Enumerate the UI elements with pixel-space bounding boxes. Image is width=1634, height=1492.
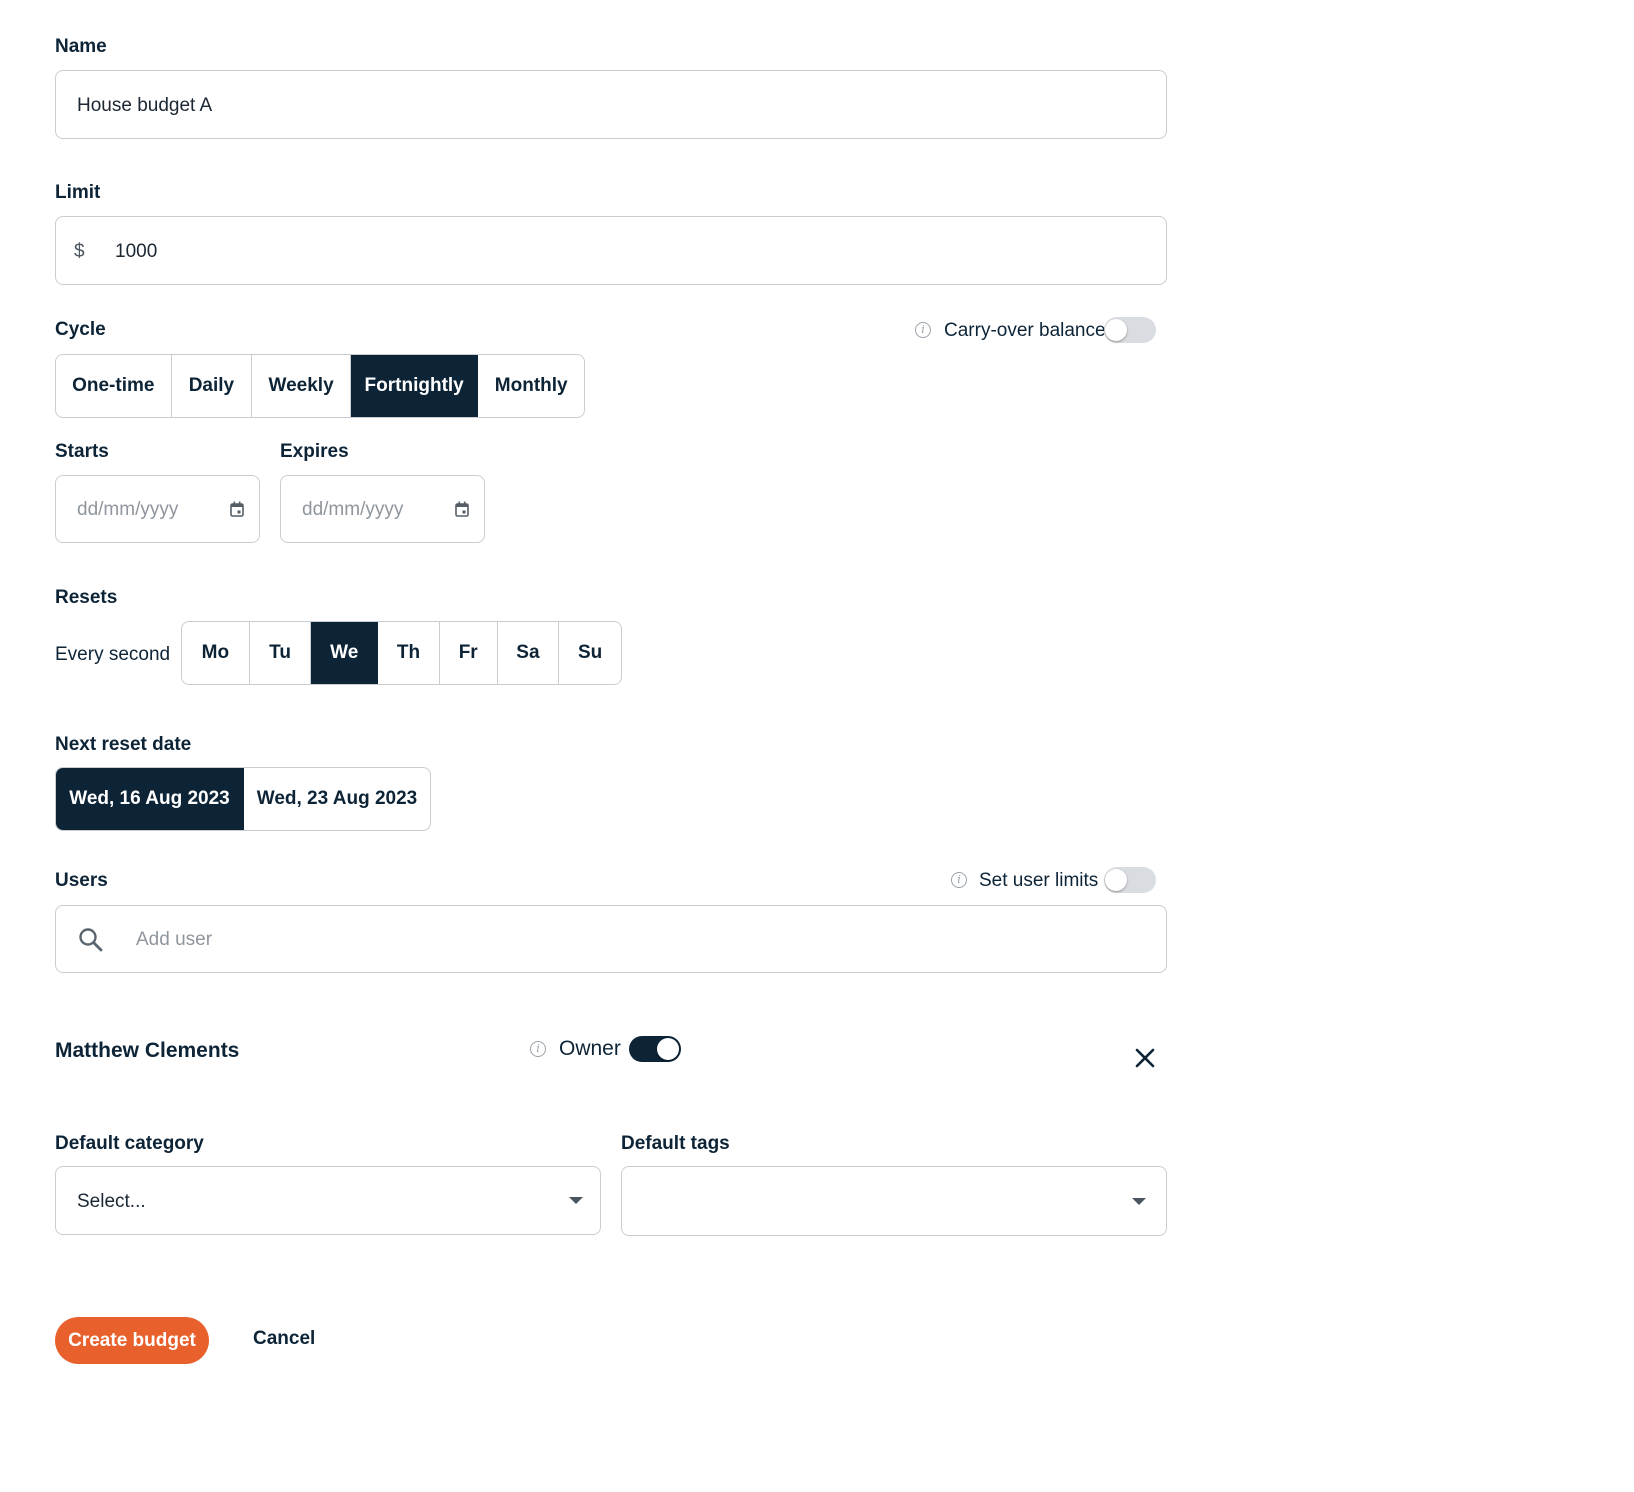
next-reset-selector: Wed, 16 Aug 2023 Wed, 23 Aug 2023 — [55, 767, 431, 831]
carry-over-label: Carry-over balance — [944, 320, 1106, 341]
owner-toggle[interactable] — [629, 1036, 681, 1062]
chevron-down-icon — [569, 1197, 583, 1204]
day-option-sa[interactable]: Sa — [498, 622, 560, 684]
toggle-knob — [657, 1038, 679, 1060]
info-icon[interactable]: i — [530, 1041, 546, 1057]
chevron-down-icon — [1132, 1198, 1146, 1205]
next-reset-option-2[interactable]: Wed, 23 Aug 2023 — [244, 768, 430, 830]
limit-input[interactable]: $ 1000 — [55, 216, 1167, 285]
create-budget-button[interactable]: Create budget — [55, 1317, 209, 1364]
close-icon[interactable] — [1134, 1047, 1156, 1069]
add-user-placeholder: Add user — [136, 929, 213, 950]
day-option-fr[interactable]: Fr — [440, 622, 498, 684]
day-option-mo[interactable]: Mo — [182, 622, 250, 684]
calendar-icon[interactable] — [454, 501, 470, 518]
expires-date-input[interactable]: dd/mm/yyyy — [280, 475, 485, 543]
default-tags-select[interactable] — [621, 1166, 1167, 1236]
default-tags-label: Default tags — [621, 1133, 730, 1154]
cycle-option-weekly[interactable]: Weekly — [252, 355, 351, 417]
cycle-option-fortnightly[interactable]: Fortnightly — [350, 355, 479, 417]
carry-over-toggle[interactable] — [1104, 317, 1156, 343]
limit-label: Limit — [55, 182, 101, 203]
starts-placeholder: dd/mm/yyyy — [77, 499, 179, 520]
day-option-we[interactable]: We — [311, 622, 379, 684]
resets-label: Resets — [55, 587, 118, 608]
cycle-selector: One-time Daily Weekly Fortnightly Monthl… — [55, 354, 585, 418]
info-icon[interactable]: i — [951, 872, 967, 888]
reset-day-selector: Mo Tu We Th Fr Sa Su — [181, 621, 622, 685]
info-icon[interactable]: i — [915, 322, 931, 338]
limit-value: 1000 — [115, 241, 158, 262]
toggle-knob — [1105, 869, 1127, 891]
cycle-option-one-time[interactable]: One-time — [56, 355, 172, 417]
starts-label: Starts — [55, 441, 109, 462]
default-category-value: Select... — [77, 1191, 146, 1212]
add-user-search-input[interactable]: Add user — [55, 905, 1167, 973]
cancel-button[interactable]: Cancel — [253, 1328, 315, 1350]
resets-prefix: Every second — [55, 644, 171, 665]
name-value: House budget A — [77, 95, 213, 116]
next-reset-option-1[interactable]: Wed, 16 Aug 2023 — [56, 768, 244, 830]
day-option-su[interactable]: Su — [559, 622, 621, 684]
default-category-label: Default category — [55, 1133, 204, 1154]
set-user-limits-label: Set user limits — [979, 870, 1099, 891]
expires-label: Expires — [280, 441, 349, 462]
next-reset-label: Next reset date — [55, 734, 192, 755]
day-option-th[interactable]: Th — [378, 622, 440, 684]
default-category-select[interactable]: Select... — [55, 1166, 601, 1235]
toggle-knob — [1105, 319, 1127, 341]
owner-label: Owner — [559, 1037, 621, 1060]
search-icon — [79, 928, 103, 952]
currency-symbol: $ — [74, 241, 85, 262]
expires-placeholder: dd/mm/yyyy — [302, 499, 404, 520]
cycle-label: Cycle — [55, 319, 106, 340]
starts-date-input[interactable]: dd/mm/yyyy — [55, 475, 260, 543]
cycle-option-daily[interactable]: Daily — [172, 355, 253, 417]
day-option-tu[interactable]: Tu — [250, 622, 312, 684]
users-label: Users — [55, 870, 108, 891]
set-user-limits-toggle[interactable] — [1104, 867, 1156, 893]
user-name: Matthew Clements — [55, 1039, 240, 1062]
calendar-icon[interactable] — [229, 501, 245, 518]
name-input[interactable]: House budget A — [55, 70, 1167, 139]
cycle-option-monthly[interactable]: Monthly — [478, 355, 584, 417]
name-label: Name — [55, 36, 107, 57]
